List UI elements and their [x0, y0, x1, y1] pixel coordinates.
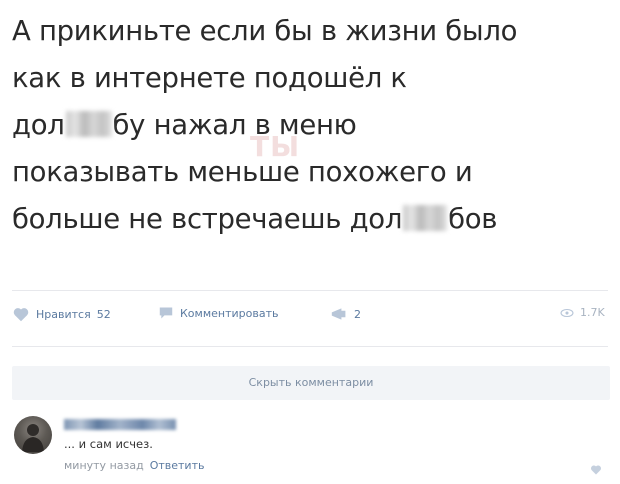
eye-icon: [560, 308, 574, 317]
like-button[interactable]: Нравится 52: [12, 306, 111, 322]
post-line-3a: дол: [12, 109, 65, 141]
censored-word: [65, 111, 112, 137]
heart-icon: [591, 465, 601, 475]
megaphone-icon: [331, 308, 346, 320]
post-actions: Нравится 52 Комментировать 2 1.7K: [12, 306, 612, 330]
author-name[interactable]: [64, 419, 176, 430]
comment-label: Комментировать: [180, 306, 279, 320]
post-line-1: А прикиньте если бы в жизни было: [12, 15, 518, 47]
views-counter: 1.7K: [560, 306, 605, 319]
share-count: 2: [354, 307, 361, 321]
like-count: 52: [96, 307, 111, 321]
reply-button[interactable]: Ответить: [150, 459, 205, 472]
comment-time[interactable]: минуту назад: [64, 459, 144, 472]
comment-meta: минуту назад Ответить: [64, 459, 204, 472]
hide-comments-button[interactable]: Скрыть комментарии: [12, 366, 610, 400]
divider: [12, 290, 608, 291]
views-count: 1.7K: [580, 306, 605, 319]
like-label: Нравится: [36, 307, 91, 321]
post-line-3b: бу нажал в меню: [112, 109, 357, 141]
post-line-4: показывать меньше похожего и: [12, 156, 473, 188]
post-line-2: как в интернете подошёл к: [12, 62, 407, 94]
watermark: ТЫ: [250, 130, 301, 163]
post-line-5a: больше не встречаешь дол: [12, 203, 403, 235]
comment-like-button[interactable]: [590, 460, 602, 479]
comment-button[interactable]: Комментировать: [158, 306, 278, 320]
avatar[interactable]: [14, 416, 52, 454]
post-text: А прикиньте если бы в жизни было как в и…: [12, 8, 608, 243]
share-button[interactable]: 2: [330, 306, 361, 322]
comment-icon: [159, 307, 173, 319]
comment: ... и сам исчез. минуту назад Ответить: [14, 416, 614, 476]
avatar-figure-icon: [22, 424, 44, 452]
post-line-5b: бов: [448, 203, 498, 235]
comment-text: ... и сам исчез.: [64, 437, 153, 451]
divider: [12, 346, 608, 347]
censored-word: [403, 205, 448, 231]
heart-icon: [13, 308, 29, 322]
